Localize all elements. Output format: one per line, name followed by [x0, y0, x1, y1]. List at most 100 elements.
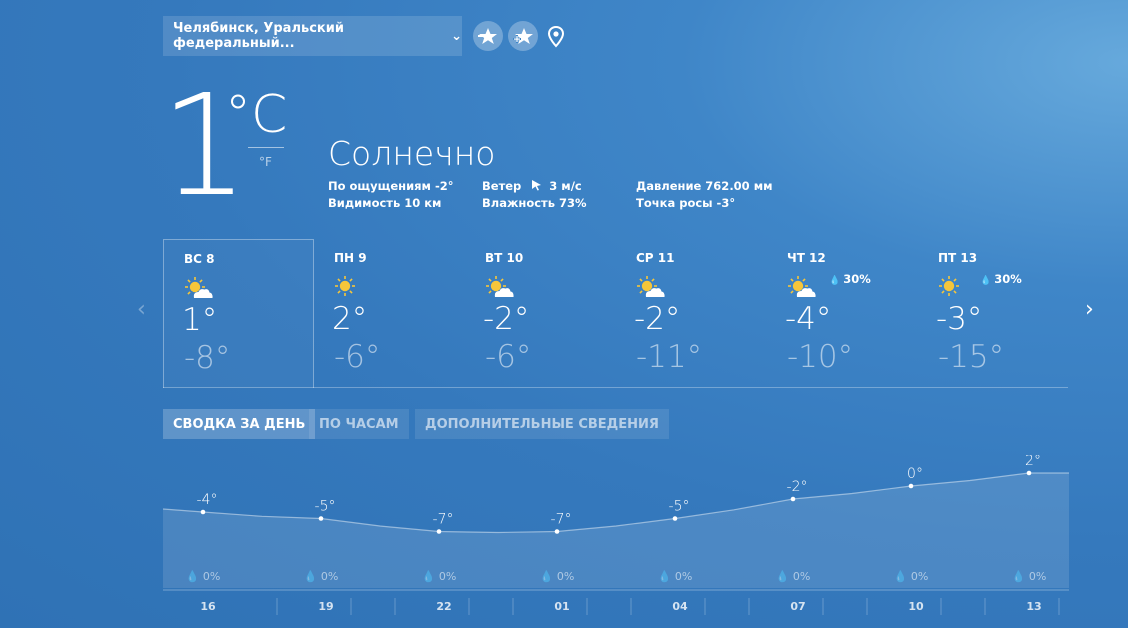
details-column-3: Давление 762.00 мм Точка росы -3°: [636, 178, 773, 212]
partly-sunny-icon: [486, 276, 514, 297]
location-name: Челябинск, Уральский федеральный...: [173, 21, 344, 51]
unit-divider: [248, 147, 284, 148]
forecast-prev-arrow[interactable]: ‹: [137, 297, 146, 322]
feels-like: По ощущениям -2°: [328, 179, 454, 193]
current-condition: Солнечно: [328, 134, 496, 173]
x-tick-label: 13: [1026, 600, 1041, 613]
forecast-low: -11°: [636, 339, 703, 375]
forecast-day-name: ВС 8: [184, 252, 215, 266]
temperature-point: [672, 516, 678, 521]
forecast-high: -2°: [634, 301, 681, 337]
temperature-point: [908, 483, 914, 489]
tab-more-details[interactable]: ДОПОЛНИТЕЛЬНЫЕ СВЕДЕНИЯ: [415, 409, 669, 439]
x-tick-label: 22: [436, 600, 451, 613]
temperature-area: [163, 473, 1069, 588]
humidity: Влажность 73%: [482, 196, 587, 210]
pressure: Давление 762.00 мм: [636, 179, 773, 193]
x-tick-label: 04: [672, 600, 688, 613]
precip-value: 0%: [557, 570, 574, 583]
forecast-low: -8°: [184, 340, 231, 376]
temperature-label: 0°: [907, 466, 923, 482]
wind-value: 3 м/с: [549, 179, 582, 193]
temperature-label: -2°: [787, 479, 808, 495]
wind-row: Ветер 3 м/с: [482, 178, 587, 195]
hourly-temperature-chart: -4° 💧 0% 16 -5° 💧 0% 19 -7° 💧 0% 22 -7° 💧 0% 01 -5° 💧…: [163, 455, 1069, 615]
precip-label: 💧 0%: [422, 570, 457, 583]
temperature-point: [554, 529, 560, 534]
details-column-1: По ощущениям -2° Видимость 10 км: [328, 178, 453, 212]
forecast-day-2[interactable]: ВТ 10 -2° -6°: [465, 239, 616, 388]
partly-sunny-icon: [637, 276, 665, 297]
x-tick-label: 10: [908, 600, 924, 613]
precip-label: 💧 0%: [658, 570, 693, 583]
forecast-day-3[interactable]: СР 11 -2° -11°: [616, 239, 767, 388]
x-tick-label: 19: [318, 600, 333, 613]
forecast-day-0[interactable]: ВС 8 1° -8°: [163, 239, 314, 388]
precip-value: 0%: [203, 570, 220, 583]
temperature-point: [1026, 470, 1032, 476]
forecast-day-5[interactable]: ПТ 13 💧 30% -3° -15°: [918, 239, 1069, 388]
precip-label: 💧 0%: [1012, 570, 1047, 583]
forecast-next-arrow[interactable]: ›: [1085, 297, 1094, 322]
partly-sunny-icon: [788, 276, 816, 297]
precip-value: 0%: [793, 570, 810, 583]
forecast-low: -6°: [334, 339, 381, 375]
forecast-day-1[interactable]: ПН 9 2° -6°: [314, 239, 465, 388]
precip-label: 💧 0%: [776, 570, 811, 583]
precip-value: 0%: [439, 570, 456, 583]
add-favorite-button[interactable]: [508, 21, 538, 51]
forecast-low: -15°: [938, 339, 1005, 375]
precip-value: 0%: [1029, 570, 1046, 583]
location-selector[interactable]: Челябинск, Уральский федеральный... ⌄: [163, 16, 462, 56]
wind-label: Ветер: [482, 179, 522, 193]
dew-point: Точка росы -3°: [636, 196, 736, 210]
forecast-high: 1°: [182, 302, 218, 338]
raindrop-icon: 💧: [829, 276, 841, 286]
forecast-day-name: ПТ 13: [938, 251, 978, 265]
raindrop-icon: 💧: [980, 276, 992, 286]
sun-icon: [939, 276, 959, 296]
precip-value: 0%: [911, 570, 928, 583]
forecast-day-name: ЧТ 12: [787, 251, 826, 265]
precip-label: 💧 0%: [540, 570, 575, 583]
partly-sunny-icon: [185, 277, 213, 298]
forecast-day-name: ВТ 10: [485, 251, 524, 265]
unit-celsius[interactable]: °C: [225, 85, 287, 145]
temperature-label: -7°: [551, 512, 572, 528]
precipitation-chance: 💧 30%: [829, 272, 871, 286]
forecast-high: -3°: [936, 301, 983, 337]
forecast-day-name: СР 11: [636, 251, 675, 265]
temperature-label: -5°: [315, 499, 336, 515]
precipitation-value: 30%: [843, 272, 871, 286]
precip-label: 💧 0%: [894, 570, 929, 583]
temperature-label: -4°: [197, 492, 218, 508]
precipitation-value: 30%: [994, 272, 1022, 286]
forecast-day-4[interactable]: ЧТ 12 💧 30% -4° -10°: [767, 239, 918, 388]
forecast-high: -4°: [785, 301, 832, 337]
star-pin-icon: [478, 28, 497, 44]
forecast-low: -6°: [485, 339, 532, 375]
precipitation-chance: 💧 30%: [980, 272, 1022, 286]
forecast-high: 2°: [332, 301, 368, 337]
temperature-label: -5°: [669, 499, 690, 515]
details-column-2: Ветер 3 м/с Влажность 73%: [482, 178, 587, 212]
pin-to-start-button[interactable]: [473, 21, 503, 51]
star-add-icon: [513, 28, 533, 44]
unit-fahrenheit[interactable]: °F: [259, 155, 272, 169]
tab-hourly[interactable]: ПО ЧАСАМ: [309, 409, 409, 439]
forecast-low: -10°: [787, 339, 854, 375]
temperature-label: -7°: [433, 512, 454, 528]
temperature-point: [318, 516, 324, 521]
tab-daily-summary[interactable]: СВОДКА ЗА ДЕНЬ: [163, 409, 316, 439]
temperature-point: [436, 529, 442, 534]
precip-label: 💧 0%: [186, 570, 221, 583]
precip-label: 💧 0%: [304, 570, 339, 583]
x-tick-label: 07: [790, 600, 805, 613]
sun-icon: [335, 276, 355, 296]
forecast-day-name: ПН 9: [334, 251, 367, 265]
x-tick-label: 16: [200, 600, 216, 613]
x-tick-label: 01: [554, 600, 569, 613]
precip-value: 0%: [321, 570, 338, 583]
wind-direction-icon: [532, 180, 542, 191]
location-pin-icon[interactable]: [545, 25, 567, 49]
